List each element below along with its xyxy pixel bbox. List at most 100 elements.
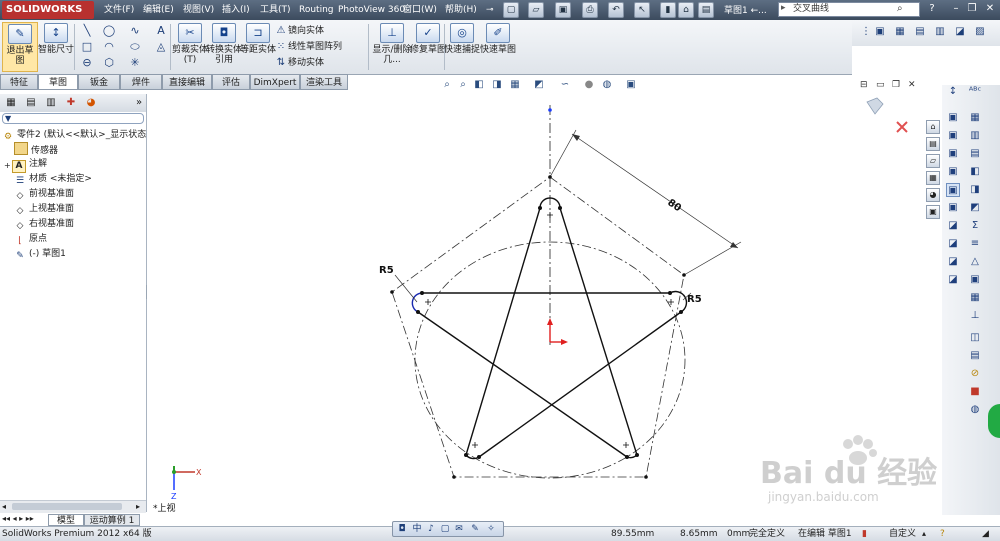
trimetric-icon[interactable]: ◪ (946, 237, 960, 251)
menu-photoview[interactable]: PhotoView 360 (338, 3, 405, 17)
color-icon[interactable]: ■ (968, 385, 982, 399)
sketch-tool-1-icon[interactable]: ▦ (968, 111, 982, 125)
exit-sketch-corner-icon[interactable] (866, 97, 884, 115)
open-folder-icon[interactable]: ▱ (528, 2, 544, 18)
view-icon-3[interactable]: ▤ (912, 24, 928, 40)
star-edge[interactable] (465, 207, 541, 456)
tree-item-right-plane[interactable]: ◇ 右视基准面 (14, 217, 74, 231)
view-settings-icon[interactable]: ▣ (624, 78, 638, 92)
spline-tool-icon[interactable]: ∿ (126, 24, 144, 38)
sketch-point[interactable] (390, 290, 394, 294)
rapid-sketch-button[interactable]: ✐ 快速草图 (480, 22, 516, 72)
search-scope-icon[interactable]: ▸ (781, 3, 786, 13)
mini-tool-7-icon[interactable]: ✧ (485, 523, 497, 535)
sketch-tool-3-icon[interactable]: ▤ (968, 147, 982, 161)
circle-tool-icon[interactable]: ◯ (100, 24, 118, 38)
spelling-icon[interactable]: ᴬᴮᶜ (968, 85, 982, 99)
sketch-point[interactable] (668, 291, 672, 295)
mini-tool-5-icon[interactable]: ✉ (453, 523, 465, 535)
file-explorer-icon[interactable]: ▱ (926, 154, 940, 168)
tree-item-sensors[interactable]: 传感器 (14, 142, 58, 156)
sketch-point[interactable] (477, 455, 481, 459)
radius-label-left[interactable]: R5 (379, 265, 394, 276)
menu-tools[interactable]: 工具(T) (260, 3, 291, 17)
previous-view-icon[interactable]: ◧ (472, 78, 486, 92)
feature-tree-tab-icon[interactable]: ▦ (2, 95, 20, 111)
repair-sketch-button[interactable]: ✓ 修复草图 (410, 22, 446, 72)
new-document-icon[interactable]: ▢ (503, 2, 519, 18)
sketch-point[interactable] (625, 455, 629, 459)
star-fillet-left[interactable] (411, 292, 423, 313)
mini-tool-3-icon[interactable]: ♪ (425, 523, 437, 535)
sketch-tool-8-icon[interactable]: △ (968, 255, 982, 269)
linear-pattern-button[interactable]: ⁙ 线性草图阵列 (274, 40, 342, 54)
sketch-origin-icon[interactable] (547, 318, 568, 345)
zoom-area-icon[interactable]: ⌕ (456, 78, 470, 92)
view-icon-6[interactable]: ▨ (972, 24, 988, 40)
dimension-line[interactable] (571, 133, 739, 249)
display-manager-tab-icon[interactable]: ◕ (82, 95, 100, 111)
rebuild-icon[interactable]: ▮ (660, 2, 676, 18)
mini-tool-6-icon[interactable]: ✎ (469, 523, 481, 535)
units-selector[interactable]: 自定义 (889, 527, 916, 541)
hide-show-items-icon[interactable]: ∽ (558, 78, 572, 92)
tab-weldments[interactable]: 焊件 (120, 74, 162, 90)
select-arrow-icon[interactable]: ↖ (634, 2, 650, 18)
sketch-point[interactable] (548, 175, 552, 179)
help-icon[interactable]: ? (924, 2, 940, 16)
tree-item-front-plane[interactable]: ◇ 前视基准面 (14, 187, 74, 201)
apply-scene-icon[interactable]: ◍ (600, 78, 614, 92)
menu-routing[interactable]: Routing (299, 3, 334, 17)
sketch-point[interactable] (452, 475, 456, 479)
sketch-tool-9-icon[interactable]: ▣ (968, 273, 982, 287)
print-icon[interactable]: ⎙ (582, 2, 598, 18)
display-style-icon[interactable]: ◩ (532, 78, 546, 92)
sketch-tool-4-icon[interactable]: ◧ (968, 165, 982, 179)
solidworks-logo[interactable]: SOLIDWORKS (2, 1, 94, 19)
rectangle-tool-icon[interactable]: □ (78, 40, 96, 54)
expand-icon[interactable]: + (4, 160, 11, 171)
expand-panel-icon[interactable]: » (130, 95, 148, 111)
star-edge[interactable] (417, 311, 628, 458)
tree-item-origin[interactable]: ⌊ 原点 (14, 232, 47, 246)
ellipse-tool-icon[interactable]: ⬭ (126, 40, 144, 54)
tab-sheet-metal[interactable]: 钣金 (78, 74, 120, 90)
tab-direct-editing[interactable]: 直接编辑 (162, 74, 212, 90)
zoom-to-fit-icon[interactable]: ⌕ (440, 78, 454, 92)
view-left-icon[interactable]: ▣ (946, 147, 960, 161)
tree-item-material[interactable]: ☰ 材质 <未指定> (14, 172, 92, 186)
plane-tool-icon[interactable]: ◬ (152, 40, 170, 54)
menu-window[interactable]: 窗口(W) (403, 3, 437, 17)
sketch-tool-11-icon[interactable]: ◫ (968, 331, 982, 345)
arc-tool-icon[interactable]: ◠ (100, 40, 118, 54)
view-palette-icon[interactable]: ▦ (926, 171, 940, 185)
polygon-tool-icon[interactable]: ⬡ (100, 56, 118, 70)
configuration-tab-icon[interactable]: ▥ (42, 95, 60, 111)
tab-motion-study[interactable]: 运动算例 1 (84, 514, 140, 526)
point-tool-icon[interactable]: ✳ (126, 56, 144, 70)
sketch-tool-12-icon[interactable]: ▤ (968, 349, 982, 363)
construction-circle[interactable] (414, 241, 686, 479)
tab-dimxpert[interactable]: DimXpert (250, 74, 300, 90)
sketch-point[interactable] (635, 453, 639, 457)
move-entities-button[interactable]: ⇅ 移动实体 (274, 56, 324, 70)
view-icon-4[interactable]: ▥ (932, 24, 948, 40)
sketch-point[interactable] (644, 475, 648, 479)
move-toolbar-icon[interactable]: ↕ (946, 85, 960, 99)
menu-file[interactable]: 文件(F) (104, 3, 134, 17)
sketch-tool-13-icon[interactable]: ◍ (968, 403, 982, 417)
sketch-tool-2-icon[interactable]: ▥ (968, 129, 982, 143)
sketch-points[interactable] (390, 175, 686, 479)
view-top-icon[interactable]: ▣ (946, 183, 960, 197)
sketch-tool-5-icon[interactable]: ◨ (968, 183, 982, 197)
sketch-tool-7-icon[interactable]: ≡ (968, 237, 982, 251)
minimize-icon[interactable]: – (948, 2, 964, 16)
confirmation-corner[interactable] (866, 97, 908, 133)
scroll-left-icon[interactable]: ◂ (2, 502, 6, 511)
save-icon[interactable]: ▣ (555, 2, 571, 18)
text-tool-icon[interactable]: A (152, 24, 170, 38)
property-manager-tab-icon[interactable]: ▤ (22, 95, 40, 111)
graphics-area[interactable]: 80 R5 R5 X Z *上视 (147, 90, 942, 515)
scroll-right-icon[interactable]: ▸ (136, 502, 140, 511)
tab-sketch[interactable]: 草图 (38, 74, 78, 90)
